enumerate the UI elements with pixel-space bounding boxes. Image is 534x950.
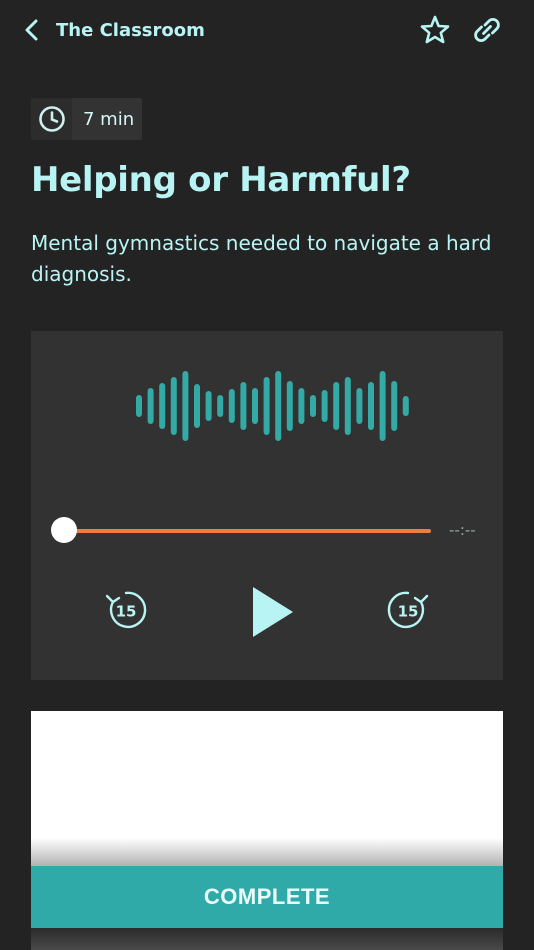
bottom-strip [31,928,503,950]
forward-15-label: 15 [398,603,419,621]
duration-badge: 7 min [31,98,142,140]
favorite-button[interactable] [418,13,452,47]
rewind-15-label: 15 [116,603,137,621]
share-link-button[interactable] [470,13,504,47]
star-icon [418,13,452,47]
header-title: The Classroom [56,19,205,41]
top-bar: The Classroom [0,0,534,60]
clock-icon [31,98,72,140]
duration-text: 7 min [83,108,135,130]
link-icon [470,13,504,47]
lesson-subtitle: Mental gymnastics needed to navigate a h… [31,231,492,286]
play-icon [253,587,293,637]
back-button[interactable]: The Classroom [18,14,205,46]
audio-player: --:-- 15 15 [31,331,503,680]
content-fade [31,838,503,866]
seek-slider[interactable] [51,515,431,547]
seek-handle[interactable] [51,517,77,543]
forward-15-button[interactable]: 15 [386,588,430,632]
rewind-15-icon: 15 [105,591,147,629]
complete-button[interactable]: COMPLETE [31,866,503,928]
audio-waveform-icon [136,371,409,441]
lesson-title: Helping or Harmful? [31,160,411,200]
play-button[interactable] [249,585,297,639]
time-remaining: --:-- [449,521,476,539]
rewind-15-button[interactable]: 15 [104,588,148,632]
forward-15-icon: 15 [387,591,429,629]
chevron-left-icon [18,14,46,46]
seek-track [63,529,431,533]
